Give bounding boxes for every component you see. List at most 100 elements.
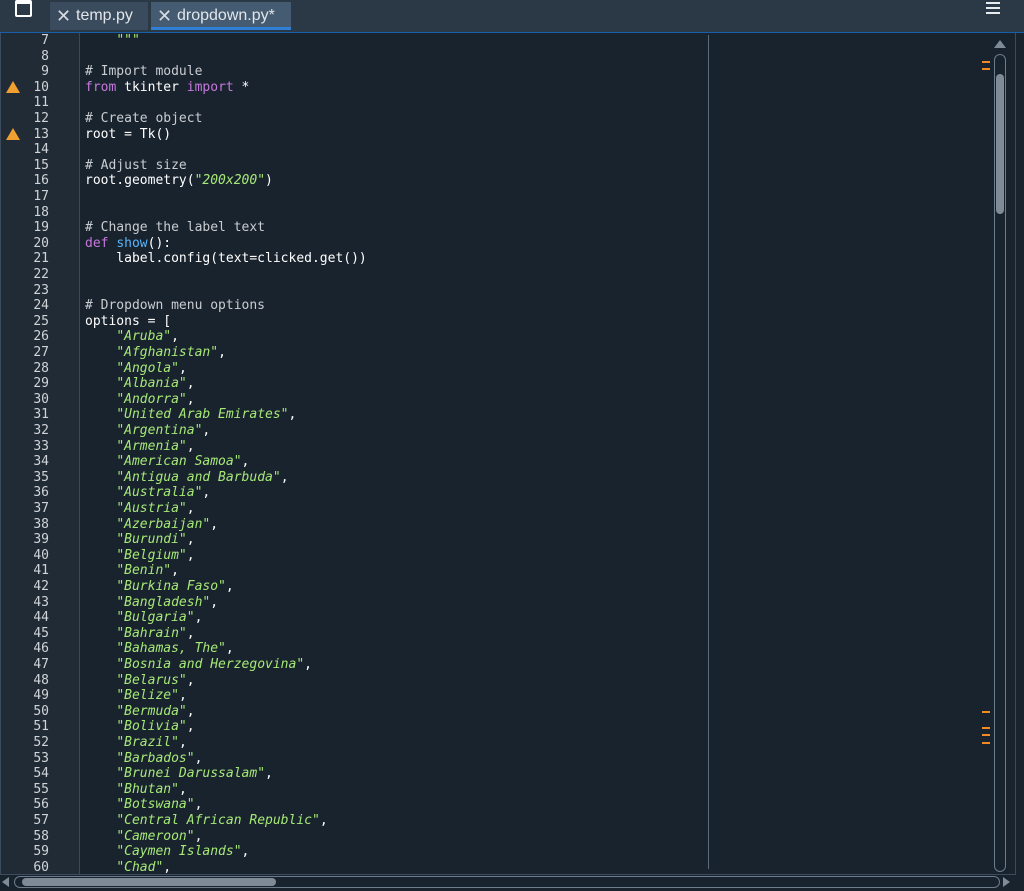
code-token: , bbox=[186, 438, 195, 454]
code-line[interactable]: 8 bbox=[1, 49, 1001, 65]
scrollbar-thumb[interactable] bbox=[22, 878, 276, 886]
hamburger-menu-icon[interactable] bbox=[986, 2, 1000, 14]
code-line[interactable]: 58 "Cameroon", bbox=[1, 829, 1001, 845]
code-line[interactable]: 20 def show(): bbox=[1, 236, 1001, 252]
line-number: 33 bbox=[33, 438, 49, 454]
code-line[interactable]: 13 root = Tk() bbox=[1, 127, 1001, 143]
close-icon[interactable]: ✕ bbox=[56, 2, 71, 30]
code-token: "Belize" bbox=[116, 688, 179, 704]
code-text: "American Samoa", bbox=[85, 454, 249, 470]
window-edge bbox=[1016, 33, 1024, 891]
code-line[interactable]: 16 root.geometry("200x200") bbox=[1, 173, 1001, 189]
scroll-left-arrow-icon[interactable] bbox=[2, 877, 9, 887]
line-number: 46 bbox=[33, 641, 49, 657]
code-token: # Dropdown menu options bbox=[85, 298, 266, 314]
code-text: "Botswana", bbox=[85, 797, 202, 813]
code-line[interactable]: 33 "Armenia", bbox=[1, 439, 1001, 455]
code-line[interactable]: 47 "Bosnia and Herzegovina", bbox=[1, 657, 1001, 673]
code-line[interactable]: 32 "Argentina", bbox=[1, 423, 1001, 439]
code-line[interactable]: 35 "Antigua and Barbuda", bbox=[1, 470, 1001, 486]
warning-marker[interactable] bbox=[982, 734, 990, 736]
close-icon[interactable]: ✕ bbox=[157, 2, 172, 30]
code-token: "Belgium" bbox=[116, 547, 187, 563]
code-line[interactable]: 18 bbox=[1, 205, 1001, 221]
code-line[interactable]: 39 "Burundi", bbox=[1, 532, 1001, 548]
code-line[interactable]: 15 # Adjust size bbox=[1, 158, 1001, 174]
code-line[interactable]: 59 "Caymen Islands", bbox=[1, 844, 1001, 860]
line-number: 35 bbox=[33, 469, 49, 485]
code-line[interactable]: 60 "Chad", bbox=[1, 860, 1001, 874]
code-token: "Central African Republic" bbox=[116, 813, 320, 828]
code-line[interactable]: 25 options = [ bbox=[1, 314, 1001, 330]
code-line[interactable]: 27 "Afghanistan", bbox=[1, 345, 1001, 361]
code-line[interactable]: 22 bbox=[1, 267, 1001, 283]
code-line[interactable]: 43 "Bangladesh", bbox=[1, 595, 1001, 611]
scroll-up-arrow-icon[interactable] bbox=[994, 40, 1006, 48]
code-line[interactable]: 10 from tkinter import * bbox=[1, 80, 1001, 96]
code-line[interactable]: 30 "Andorra", bbox=[1, 392, 1001, 408]
warning-marker[interactable] bbox=[982, 727, 990, 729]
code-editor[interactable]: 7 """ 8 9 # Import module 10 from tkinter imp… bbox=[0, 33, 1016, 875]
code-line[interactable]: 7 """ bbox=[1, 33, 1001, 49]
code-line[interactable]: 42 "Burkina Faso", bbox=[1, 579, 1001, 595]
code-line[interactable]: 37 "Austria", bbox=[1, 501, 1001, 517]
code-line[interactable]: 46 "Bahamas, The", bbox=[1, 641, 1001, 657]
tab-temp-py[interactable]: ✕ temp.py bbox=[50, 2, 148, 30]
code-line[interactable]: 57 "Central African Republic", bbox=[1, 813, 1001, 829]
warning-marker[interactable] bbox=[982, 68, 990, 70]
line-number: 20 bbox=[33, 235, 49, 251]
code-line[interactable]: 19 # Change the label text bbox=[1, 220, 1001, 236]
code-line[interactable]: 17 bbox=[1, 189, 1001, 205]
code-line[interactable]: 41 "Benin", bbox=[1, 563, 1001, 579]
code-line[interactable]: 26 "Aruba", bbox=[1, 329, 1001, 345]
code-line[interactable]: 28 "Angola", bbox=[1, 361, 1001, 377]
code-line[interactable]: 55 "Bhutan", bbox=[1, 782, 1001, 798]
code-line[interactable]: 14 bbox=[1, 142, 1001, 158]
code-line[interactable]: 56 "Botswana", bbox=[1, 797, 1001, 813]
code-line[interactable]: 9 # Import module bbox=[1, 64, 1001, 80]
warning-triangle-icon[interactable] bbox=[6, 127, 20, 140]
code-text: # Dropdown menu options bbox=[85, 298, 265, 314]
code-token: import bbox=[186, 79, 234, 95]
code-text: root.geometry("200x200") bbox=[85, 173, 273, 189]
scrollbar-thumb[interactable] bbox=[996, 74, 1004, 214]
code-line[interactable]: 21 label.config(text=clicked.get()) bbox=[1, 251, 1001, 267]
code-line[interactable]: 54 "Brunei Darussalam", bbox=[1, 766, 1001, 782]
tab-dropdown-py[interactable]: ✕ dropdown.py* bbox=[151, 2, 291, 30]
code-line[interactable]: 11 bbox=[1, 95, 1001, 111]
vertical-scrollbar[interactable] bbox=[992, 40, 1008, 872]
code-line[interactable]: 45 "Bahrain", bbox=[1, 626, 1001, 642]
warning-marker[interactable] bbox=[982, 742, 990, 744]
code-line[interactable]: 44 "Bulgaria", bbox=[1, 610, 1001, 626]
code-text: "Burkina Faso", bbox=[85, 579, 233, 595]
code-line[interactable]: 52 "Brazil", bbox=[1, 735, 1001, 751]
code-line[interactable]: 40 "Belgium", bbox=[1, 548, 1001, 564]
warning-marker[interactable] bbox=[982, 711, 990, 713]
code-line[interactable]: 12 # Create object bbox=[1, 111, 1001, 127]
scroll-right-arrow-icon[interactable] bbox=[1003, 877, 1010, 887]
warning-marker[interactable] bbox=[982, 61, 990, 63]
line-number: 58 bbox=[33, 828, 49, 844]
code-token: "Afghanistan" bbox=[116, 345, 219, 360]
code-line[interactable]: 34 "American Samoa", bbox=[1, 454, 1001, 470]
code-line[interactable]: 51 "Bolivia", bbox=[1, 719, 1001, 735]
code-text: "Azerbaijan", bbox=[85, 517, 218, 533]
warning-triangle-icon[interactable] bbox=[6, 80, 20, 93]
code-line[interactable]: 24 # Dropdown menu options bbox=[1, 298, 1001, 314]
code-line[interactable]: 29 "Albania", bbox=[1, 376, 1001, 392]
code-text: "Antigua and Barbuda", bbox=[85, 470, 288, 486]
code-line[interactable]: 50 "Bermuda", bbox=[1, 704, 1001, 720]
window-icon[interactable] bbox=[15, 0, 33, 17]
horizontal-scrollbar[interactable] bbox=[0, 875, 1016, 891]
code-line[interactable]: 36 "Australia", bbox=[1, 485, 1001, 501]
code-line[interactable]: 23 bbox=[1, 283, 1001, 299]
code-line[interactable]: 53 "Barbados", bbox=[1, 751, 1001, 767]
line-number: 42 bbox=[33, 579, 49, 594]
code-line[interactable]: 38 "Azerbaijan", bbox=[1, 517, 1001, 533]
code-line[interactable]: 49 "Belize", bbox=[1, 688, 1001, 704]
code-line[interactable]: 31 "United Arab Emirates", bbox=[1, 407, 1001, 423]
code-line[interactable]: 48 "Belarus", bbox=[1, 673, 1001, 689]
